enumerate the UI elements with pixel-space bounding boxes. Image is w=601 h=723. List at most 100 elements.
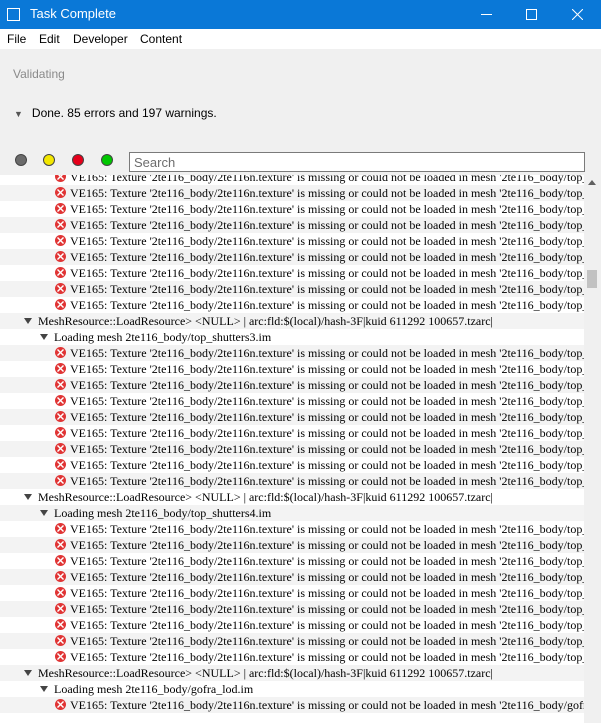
minimize-icon <box>481 14 492 15</box>
error-row[interactable]: VE165: Texture '2te116_body/2te116n.text… <box>0 345 584 361</box>
error-row[interactable]: VE165: Texture '2te116_body/2te116n.text… <box>0 473 584 489</box>
expand-arrow-icon[interactable] <box>24 318 32 324</box>
resource-group-row[interactable]: MeshResource::LoadResource> <NULL> | arc… <box>0 665 584 681</box>
filter-gray-icon[interactable] <box>15 154 27 166</box>
menu-content[interactable]: Content <box>140 32 182 46</box>
summary-text: Done. 85 errors and 197 warnings. <box>31 106 217 120</box>
error-icon <box>55 443 66 454</box>
error-icon <box>55 347 66 358</box>
filter-green-icon[interactable] <box>101 154 113 166</box>
error-icon <box>55 539 66 550</box>
row-text: VE165: Texture '2te116_body/2te116n.text… <box>70 266 584 280</box>
error-row[interactable]: VE165: Texture '2te116_body/2te116n.text… <box>0 249 584 265</box>
menu-file[interactable]: File <box>7 32 26 46</box>
error-icon <box>55 651 66 662</box>
validating-label: Validating <box>13 67 65 81</box>
error-icon <box>55 427 66 438</box>
row-text: MeshResource::LoadResource> <NULL> | arc… <box>38 490 493 504</box>
error-icon <box>55 587 66 598</box>
mesh-group-row[interactable]: Loading mesh 2te116_body/top_shutters4.i… <box>0 505 584 521</box>
maximize-button[interactable] <box>509 0 555 29</box>
row-text: VE165: Texture '2te116_body/2te116n.text… <box>70 362 584 376</box>
row-text: VE165: Texture '2te116_body/2te116n.text… <box>70 602 584 616</box>
row-text: VE165: Texture '2te116_body/2te116n.text… <box>70 586 584 600</box>
error-row[interactable]: VE165: Texture '2te116_body/2te116n.text… <box>0 393 584 409</box>
row-text: VE165: Texture '2te116_body/2te116n.text… <box>70 570 584 584</box>
error-row[interactable]: VE165: Texture '2te116_body/2te116n.text… <box>0 377 584 393</box>
error-icon <box>55 235 66 246</box>
row-text: VE165: Texture '2te116_body/2te116n.text… <box>70 218 584 232</box>
row-text: VE165: Texture '2te116_body/2te116n.text… <box>70 175 584 184</box>
search-input[interactable] <box>129 152 585 172</box>
error-icon <box>55 299 66 310</box>
row-text: Loading mesh 2te116_body/top_shutters4.i… <box>54 506 272 520</box>
error-row[interactable]: VE165: Texture '2te116_body/2te116n.text… <box>0 633 584 649</box>
error-row[interactable]: VE165: Texture '2te116_body/2te116n.text… <box>0 175 584 185</box>
row-text: VE165: Texture '2te116_body/2te116n.text… <box>70 522 584 536</box>
expand-arrow-icon[interactable] <box>24 494 32 500</box>
error-row[interactable]: VE165: Texture '2te116_body/2te116n.text… <box>0 185 584 201</box>
error-row[interactable]: VE165: Texture '2te116_body/2te116n.text… <box>0 585 584 601</box>
error-row[interactable]: VE165: Texture '2te116_body/2te116n.text… <box>0 297 584 313</box>
error-icon <box>55 475 66 486</box>
scroll-thumb[interactable] <box>587 270 597 288</box>
mesh-group-row[interactable]: Loading mesh 2te116_body/top_shutters3.i… <box>0 329 584 345</box>
error-icon <box>55 175 66 182</box>
error-row[interactable]: VE165: Texture '2te116_body/2te116n.text… <box>0 617 584 633</box>
expand-arrow-icon[interactable] <box>24 670 32 676</box>
error-icon <box>55 699 66 710</box>
row-text: VE165: Texture '2te116_body/2te116n.text… <box>70 202 584 216</box>
resource-group-row[interactable]: MeshResource::LoadResource> <NULL> | arc… <box>0 489 584 505</box>
error-row[interactable]: VE165: Texture '2te116_body/2te116n.text… <box>0 217 584 233</box>
expand-arrow-icon[interactable] <box>40 686 48 692</box>
error-icon <box>55 411 66 422</box>
error-icon <box>55 619 66 630</box>
row-text: VE165: Texture '2te116_body/2te116n.text… <box>70 538 584 552</box>
status-panel: Validating ▼ Done. 85 errors and 197 warn… <box>0 49 601 145</box>
error-row[interactable]: VE165: Texture '2te116_body/2te116n.text… <box>0 265 584 281</box>
expand-arrow-icon[interactable] <box>40 510 48 516</box>
error-row[interactable]: VE165: Texture '2te116_body/2te116n.text… <box>0 601 584 617</box>
row-text: VE165: Texture '2te116_body/2te116n.text… <box>70 458 584 472</box>
error-icon <box>55 571 66 582</box>
error-row[interactable]: VE165: Texture '2te116_body/2te116n.text… <box>0 569 584 585</box>
scroll-up-icon[interactable] <box>588 180 596 185</box>
error-icon <box>55 219 66 230</box>
error-row[interactable]: VE165: Texture '2te116_body/2te116n.text… <box>0 521 584 537</box>
row-text: VE165: Texture '2te116_body/2te116n.text… <box>70 298 584 312</box>
log-list[interactable]: VE165: Texture '2te116_body/2te116n.text… <box>0 175 584 723</box>
row-text: Loading mesh 2te116_body/gofra_lod.im <box>54 682 254 696</box>
row-text: VE165: Texture '2te116_body/2te116n.text… <box>70 442 584 456</box>
error-row[interactable]: VE165: Texture '2te116_body/2te116n.text… <box>0 441 584 457</box>
error-row[interactable]: VE165: Texture '2te116_body/2te116n.text… <box>0 649 584 665</box>
summary-line[interactable]: ▼ Done. 85 errors and 197 warnings. <box>14 106 217 120</box>
minimize-button[interactable] <box>464 0 510 29</box>
error-row[interactable]: VE165: Texture '2te116_body/2te116n.text… <box>0 409 584 425</box>
collapse-icon[interactable]: ▼ <box>14 109 23 119</box>
filter-yellow-icon[interactable] <box>43 154 55 166</box>
error-row[interactable]: VE165: Texture '2te116_body/2te116n.text… <box>0 425 584 441</box>
menu-developer[interactable]: Developer <box>73 32 128 46</box>
error-row[interactable]: VE165: Texture '2te116_body/2te116n.text… <box>0 553 584 569</box>
close-icon <box>572 9 583 20</box>
row-text: Loading mesh 2te116_body/top_shutters3.i… <box>54 330 272 344</box>
menu-edit[interactable]: Edit <box>39 32 60 46</box>
error-row[interactable]: VE165: Texture '2te116_body/2te116n.text… <box>0 457 584 473</box>
vertical-scrollbar[interactable] <box>584 175 601 723</box>
maximize-icon <box>526 9 537 20</box>
filter-red-icon[interactable] <box>72 154 84 166</box>
error-row[interactable]: VE165: Texture '2te116_body/2te116n.text… <box>0 201 584 217</box>
error-icon <box>55 635 66 646</box>
row-text: VE165: Texture '2te116_body/2te116n.text… <box>70 282 584 296</box>
error-row[interactable]: VE165: Texture '2te116_body/2te116n.text… <box>0 233 584 249</box>
mesh-group-row[interactable]: Loading mesh 2te116_body/gofra_lod.im <box>0 681 584 697</box>
close-button[interactable] <box>555 0 601 29</box>
error-icon <box>55 203 66 214</box>
resource-group-row[interactable]: MeshResource::LoadResource> <NULL> | arc… <box>0 313 584 329</box>
error-row[interactable]: VE165: Texture '2te116_body/2te116n.text… <box>0 361 584 377</box>
row-text: VE165: Texture '2te116_body/2te116n.text… <box>70 618 584 632</box>
error-row[interactable]: VE165: Texture '2te116_body/2te116n.text… <box>0 697 584 713</box>
error-row[interactable]: VE165: Texture '2te116_body/2te116n.text… <box>0 537 584 553</box>
error-row[interactable]: VE165: Texture '2te116_body/2te116n.text… <box>0 281 584 297</box>
expand-arrow-icon[interactable] <box>40 334 48 340</box>
